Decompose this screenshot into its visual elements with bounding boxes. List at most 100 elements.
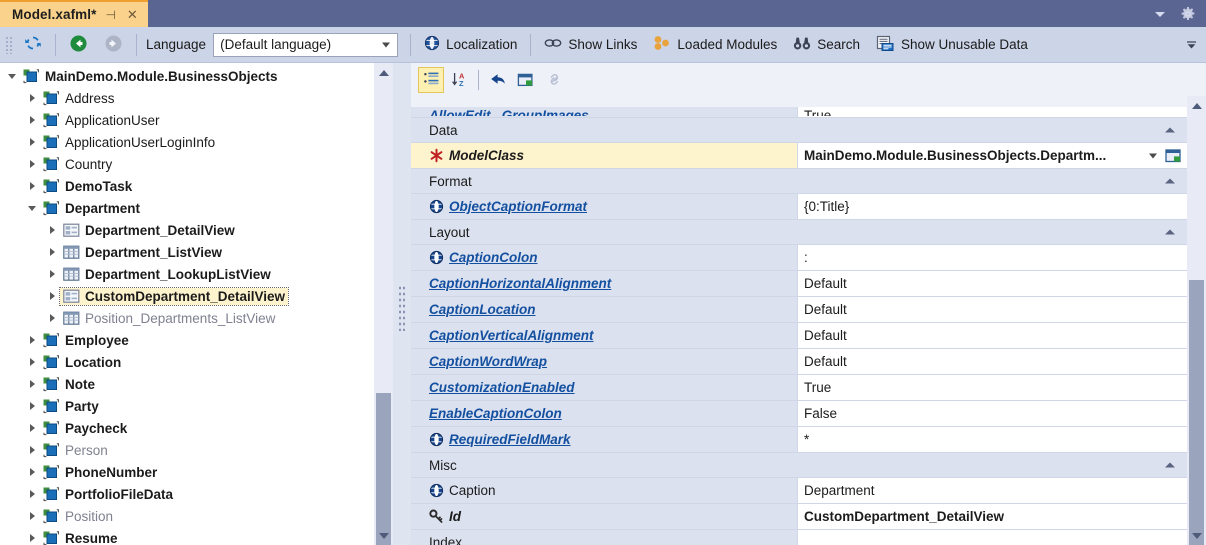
panel-splitter[interactable] bbox=[393, 63, 411, 545]
tree-node-content[interactable]: Person bbox=[40, 442, 111, 459]
property-name-cell[interactable]: CaptionColon bbox=[411, 245, 798, 270]
tree-node[interactable]: PortfolioFileData bbox=[0, 483, 374, 505]
tree-node-content[interactable]: Department_LookupListView bbox=[60, 266, 274, 283]
property-row[interactable]: EnableCaptionColon False bbox=[411, 401, 1187, 427]
property-row[interactable]: AllowEdit...GroupImages True bbox=[411, 96, 1187, 118]
open-related-button[interactable] bbox=[513, 67, 539, 93]
expand-triangle-icon[interactable] bbox=[24, 90, 40, 106]
property-row[interactable]: CustomizationEnabled True bbox=[411, 375, 1187, 401]
expand-triangle-icon[interactable] bbox=[24, 442, 40, 458]
tree-node-content[interactable]: CustomDepartment_DetailView bbox=[58, 286, 290, 306]
property-row[interactable]: CaptionHorizontalAlignment Default bbox=[411, 271, 1187, 297]
model-tree[interactable]: MainDemo.Module.BusinessObjects Address … bbox=[0, 63, 374, 545]
property-value-cell[interactable]: Department bbox=[798, 478, 1187, 503]
tree-node-content[interactable]: Department_ListView bbox=[60, 244, 225, 261]
open-editor-button[interactable] bbox=[1165, 148, 1183, 164]
tree-node-content[interactable]: Paycheck bbox=[40, 420, 130, 437]
tree-node-content[interactable]: ApplicationUser bbox=[40, 112, 163, 129]
property-row[interactable]: Index bbox=[411, 530, 1187, 545]
chevron-down-icon[interactable] bbox=[1149, 153, 1157, 158]
property-name-cell[interactable]: ObjectCaptionFormat bbox=[411, 194, 798, 219]
expand-triangle-icon[interactable] bbox=[24, 530, 40, 545]
scroll-up-button[interactable] bbox=[374, 63, 393, 82]
tree-node[interactable]: ApplicationUserLoginInfo bbox=[0, 131, 374, 153]
expand-triangle-icon[interactable] bbox=[24, 398, 40, 414]
close-icon[interactable]: ✕ bbox=[125, 8, 140, 21]
property-name-cell[interactable]: RequiredFieldMark bbox=[411, 427, 798, 452]
collapse-triangle-icon[interactable] bbox=[1165, 462, 1175, 468]
property-name-cell[interactable]: CaptionVerticalAlignment bbox=[411, 323, 798, 348]
loaded-modules-button[interactable]: Loaded Modules bbox=[645, 30, 785, 60]
property-row[interactable]: RequiredFieldMark * bbox=[411, 427, 1187, 453]
expand-triangle-icon[interactable] bbox=[24, 354, 40, 370]
property-value-cell[interactable]: True bbox=[798, 375, 1187, 400]
expand-triangle-icon[interactable] bbox=[44, 244, 60, 260]
property-name-cell[interactable]: Id bbox=[411, 504, 798, 529]
property-category-header[interactable]: Misc bbox=[411, 453, 1187, 478]
tree-node[interactable]: Department_LookupListView bbox=[0, 263, 374, 285]
expand-triangle-icon[interactable] bbox=[44, 310, 60, 326]
property-value-cell[interactable]: : bbox=[798, 245, 1187, 270]
expand-triangle-icon[interactable] bbox=[44, 288, 60, 304]
tree-node[interactable]: Location bbox=[0, 351, 374, 373]
reset-button[interactable] bbox=[485, 67, 511, 93]
expand-triangle-icon[interactable] bbox=[24, 112, 40, 128]
tree-node-content[interactable]: Department bbox=[40, 200, 143, 217]
localization-button[interactable]: Localization bbox=[416, 30, 525, 60]
tree-node[interactable]: Person bbox=[0, 439, 374, 461]
search-button[interactable]: Search bbox=[785, 30, 868, 60]
chevron-down-icon[interactable] bbox=[1152, 6, 1168, 22]
tree-node-content[interactable]: Location bbox=[40, 354, 124, 371]
tree-node[interactable]: Resume bbox=[0, 527, 374, 545]
scroll-down-button[interactable] bbox=[374, 526, 393, 545]
tree-node[interactable]: Address bbox=[0, 87, 374, 109]
tree-vertical-scrollbar[interactable] bbox=[374, 63, 393, 545]
toolbar-overflow-button[interactable] bbox=[1185, 38, 1206, 51]
refresh-button[interactable] bbox=[16, 30, 50, 60]
tree-node[interactable]: Party bbox=[0, 395, 374, 417]
pin-icon[interactable]: ⊣ bbox=[103, 9, 117, 21]
tree-node-content[interactable]: Employee bbox=[40, 332, 132, 349]
tree-node-content[interactable]: Note bbox=[40, 376, 98, 393]
expand-triangle-icon[interactable] bbox=[24, 486, 40, 502]
scroll-up-button[interactable] bbox=[1187, 96, 1206, 115]
scroll-thumb[interactable] bbox=[376, 393, 391, 545]
tree-node[interactable]: ApplicationUser bbox=[0, 109, 374, 131]
property-name-cell[interactable]: EnableCaptionColon bbox=[411, 401, 798, 426]
tree-node-content[interactable]: Party bbox=[40, 398, 102, 415]
property-value-cell[interactable]: MainDemo.Module.BusinessObjects.Departm.… bbox=[798, 143, 1187, 168]
categorized-button[interactable] bbox=[418, 66, 444, 93]
tree-node-content[interactable]: Country bbox=[40, 156, 115, 173]
property-value-cell[interactable]: Default bbox=[798, 323, 1187, 348]
property-value-cell[interactable]: {0:Title} bbox=[798, 194, 1187, 219]
property-value-cell[interactable]: Default bbox=[798, 271, 1187, 296]
tree-node-content[interactable]: Resume bbox=[40, 530, 121, 545]
expand-triangle-icon[interactable] bbox=[24, 156, 40, 172]
expand-triangle-icon[interactable] bbox=[24, 376, 40, 392]
expand-triangle-icon[interactable] bbox=[44, 266, 60, 282]
tree-node-content[interactable]: Position_Departments_ListView bbox=[60, 310, 278, 327]
scroll-thumb[interactable] bbox=[1189, 280, 1204, 545]
tree-node[interactable]: Country bbox=[0, 153, 374, 175]
show-unusable-data-button[interactable]: Show Unusable Data bbox=[868, 30, 1036, 60]
tree-node[interactable]: Position bbox=[0, 505, 374, 527]
tree-node-content[interactable]: Department_DetailView bbox=[60, 222, 238, 239]
property-row[interactable]: Id CustomDepartment_DetailView bbox=[411, 504, 1187, 530]
property-row[interactable]: Caption Department bbox=[411, 478, 1187, 504]
tree-node-content[interactable]: DemoTask bbox=[40, 178, 135, 195]
tree-node[interactable]: MainDemo.Module.BusinessObjects bbox=[0, 65, 374, 87]
property-row[interactable]: ModelClass MainDemo.Module.BusinessObject… bbox=[411, 143, 1187, 169]
tree-node[interactable]: DemoTask bbox=[0, 175, 374, 197]
property-value-cell[interactable]: True bbox=[798, 107, 1187, 117]
collapse-triangle-icon[interactable] bbox=[1165, 178, 1175, 184]
tree-node[interactable]: Paycheck bbox=[0, 417, 374, 439]
property-value-cell[interactable]: Default bbox=[798, 297, 1187, 322]
property-category-header[interactable]: Data bbox=[411, 118, 1187, 143]
tree-node-content[interactable]: MainDemo.Module.BusinessObjects bbox=[20, 68, 281, 85]
collapse-triangle-icon[interactable] bbox=[24, 200, 40, 216]
property-row[interactable]: CaptionVerticalAlignment Default bbox=[411, 323, 1187, 349]
tree-node-content[interactable]: ApplicationUserLoginInfo bbox=[40, 134, 218, 151]
tree-node[interactable]: Note bbox=[0, 373, 374, 395]
property-rows[interactable]: AllowEdit...GroupImages True Data ModelCla… bbox=[411, 96, 1187, 545]
alphabetical-button[interactable]: A Z bbox=[446, 67, 472, 93]
